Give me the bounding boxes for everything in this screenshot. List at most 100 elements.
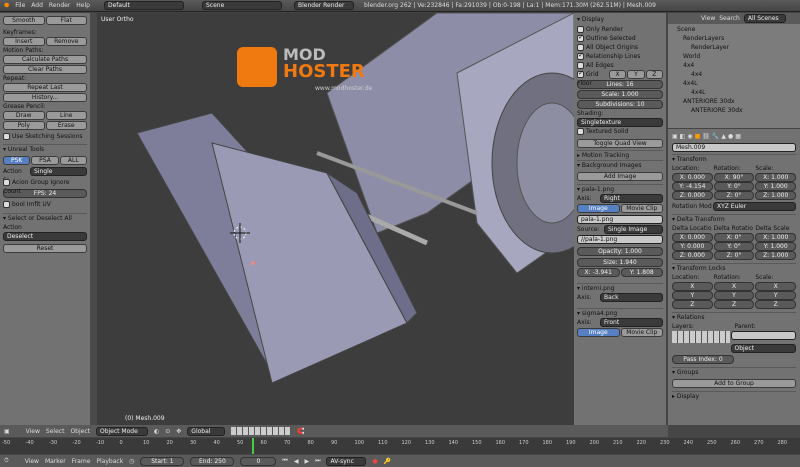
motion-tracking-header[interactable]: ▸ Motion Tracking [577, 150, 663, 160]
psk-button[interactable]: PSK [3, 156, 31, 165]
lock-location-y[interactable]: Y [672, 291, 713, 300]
rotation-z-field[interactable]: Z: 0° [713, 191, 755, 200]
reset-button[interactable]: Reset [3, 244, 87, 253]
groups-header[interactable]: ▾ Groups [672, 367, 796, 377]
parent-type-select[interactable]: Object [730, 344, 796, 353]
location-z-field[interactable]: Z: 0.000 [672, 191, 713, 200]
lock-rotation-x[interactable]: X [713, 282, 755, 291]
line-button[interactable]: Line [45, 111, 87, 120]
only-render-checkbox[interactable]: Only Render [577, 25, 663, 34]
delta-rotation-y-field[interactable]: Y: 0° [713, 242, 755, 251]
grid-floor-checkbox[interactable]: Grid Floor [577, 69, 608, 87]
add-to-group-button[interactable]: Add to Group [672, 379, 796, 388]
bg-image-3-header[interactable]: ▾ sigma4.png [577, 308, 663, 318]
display-header[interactable]: ▾ Display [577, 15, 663, 25]
outliner-item[interactable]: World [671, 52, 797, 61]
location-y-field[interactable]: Y: -4.154 [672, 182, 713, 191]
layers-icon[interactable] [231, 427, 292, 435]
jump-end-icon[interactable]: ⏭ [315, 457, 320, 465]
axis-y-toggle[interactable]: Y [627, 70, 645, 79]
preview-range-icon[interactable]: ◷ [129, 458, 134, 465]
bg-image-1-header[interactable]: ▾ pala-1.png [577, 184, 663, 194]
object-menu[interactable]: Object [70, 428, 90, 435]
menu-help[interactable]: Help [76, 2, 90, 9]
3d-viewport[interactable]: User Ortho (0) Mesh.009 MOD HOSTER www.m… [97, 13, 574, 425]
delta-location-z-field[interactable]: Z: 0.000 [672, 251, 713, 260]
menu-file[interactable]: File [15, 2, 25, 9]
select-menu[interactable]: Select [46, 428, 65, 435]
current-frame-field[interactable]: 0 [240, 456, 277, 466]
repeat-last-button[interactable]: Repeat Last [3, 83, 87, 92]
blender-logo-icon[interactable]: ⬢ [4, 2, 9, 9]
insert-keyframe-button[interactable]: Insert [3, 37, 45, 46]
world-tab-icon[interactable]: ◉ [687, 133, 692, 140]
shading-select[interactable]: Singletexture [577, 118, 663, 127]
flat-button[interactable]: Flat [45, 16, 87, 25]
outliner-view-menu[interactable]: View [701, 15, 715, 22]
outliner-item[interactable]: 4x4 [671, 61, 797, 70]
timeline-editor-icon[interactable]: ⏱ [4, 457, 9, 465]
outliner-item[interactable]: RenderLayers [671, 34, 797, 43]
tool-shelf-scrollbar[interactable] [90, 13, 97, 425]
timeline-frame-menu[interactable]: Frame [72, 458, 91, 465]
clear-paths-button[interactable]: Clear Paths [3, 65, 87, 74]
lock-location-z[interactable]: Z [672, 300, 713, 309]
menu-add[interactable]: Add [31, 2, 43, 9]
source-select[interactable]: Single Image [604, 225, 663, 234]
outliner-item[interactable]: 4x4 [671, 70, 797, 79]
data-tab-icon[interactable]: ▲ [721, 133, 726, 140]
rotation-mode-select[interactable]: XYZ Euler [713, 202, 796, 211]
lock-rotation-z[interactable]: Z [713, 300, 755, 309]
unreal-tools-header[interactable]: ▾ Unreal Tools [3, 144, 87, 154]
keying-set-icon[interactable]: 🔑 [384, 458, 391, 465]
image-tab[interactable]: Image [577, 328, 620, 337]
texture-tab-icon[interactable]: ▦ [735, 133, 741, 140]
outliner-item[interactable]: ANTERIORE 30dx [671, 106, 797, 115]
lock-scale-x[interactable]: X [755, 282, 797, 291]
material-tab-icon[interactable]: ● [728, 133, 733, 140]
textured-solid-checkbox[interactable]: Textured Solid [577, 127, 663, 136]
calculate-paths-button[interactable]: Calculate Paths [3, 55, 87, 64]
size-field[interactable]: Size: 1.940 [577, 258, 663, 267]
play-icon[interactable]: ▶ [304, 458, 309, 465]
scene-selector[interactable]: Scene [201, 1, 282, 10]
outline-selected-checkbox[interactable]: Outline Selected [577, 33, 663, 43]
offset-x-field[interactable]: X: -3.941 [577, 268, 620, 277]
display-props-header[interactable]: ▸ Display [672, 391, 796, 401]
outliner-search-menu[interactable]: Search [719, 15, 740, 22]
delta-location-y-field[interactable]: Y: 0.000 [672, 242, 713, 251]
jump-start-icon[interactable]: ⏮ [282, 457, 287, 465]
bool-uv-checkbox[interactable]: bool Imfit UV [3, 200, 87, 209]
delta-scale-y-field[interactable]: Y: 1.000 [755, 242, 797, 251]
axis-x-toggle[interactable]: X [608, 70, 627, 79]
delta-scale-x-field[interactable]: X: 1.000 [755, 233, 797, 242]
grid-scale-field[interactable]: Scale: 1.000 [577, 90, 663, 99]
scale-x-field[interactable]: X: 1.000 [755, 173, 797, 182]
outliner-item[interactable]: Scene [671, 25, 797, 34]
add-image-button[interactable]: Add Image [577, 172, 663, 181]
lock-scale-z[interactable]: Z [755, 300, 797, 309]
axis-select[interactable]: Right [600, 194, 663, 203]
outliner-scenes-select[interactable]: All Scenes [743, 14, 786, 23]
outliner-item[interactable]: RenderLayer [671, 43, 797, 52]
outliner-item[interactable]: 4x4L [671, 88, 797, 97]
history-button[interactable]: History... [3, 93, 87, 102]
lock-location-x[interactable]: X [672, 282, 713, 291]
manipulator-icon[interactable]: ✥ [176, 428, 181, 435]
background-images-header[interactable]: ▾ Background Images [577, 160, 663, 170]
timeline-playback-menu[interactable]: Playback [96, 458, 123, 465]
lock-rotation-y[interactable]: Y [713, 291, 755, 300]
image-path-field[interactable]: //pala-1.png [577, 235, 663, 244]
object-tab-icon[interactable]: ■ [695, 133, 701, 140]
layout-selector[interactable]: Default [103, 1, 184, 10]
snap-icon[interactable]: 🧲 [297, 428, 304, 435]
editor-type-icon[interactable]: ▣ [4, 428, 10, 435]
movie-clip-tab[interactable]: Movie Clip [620, 328, 663, 337]
delta-scale-z-field[interactable]: Z: 1.000 [755, 251, 797, 260]
outliner-item[interactable]: ANTERIORE 30dx [671, 97, 797, 106]
operator-header[interactable]: ▾ Select or Deselect All [3, 213, 87, 223]
pivot-icon[interactable]: ⊙ [165, 428, 170, 435]
image-tab[interactable]: Image [577, 204, 620, 213]
sync-select[interactable]: AV-sync [326, 456, 367, 466]
offset-y-field[interactable]: Y: 1.808 [620, 268, 663, 277]
